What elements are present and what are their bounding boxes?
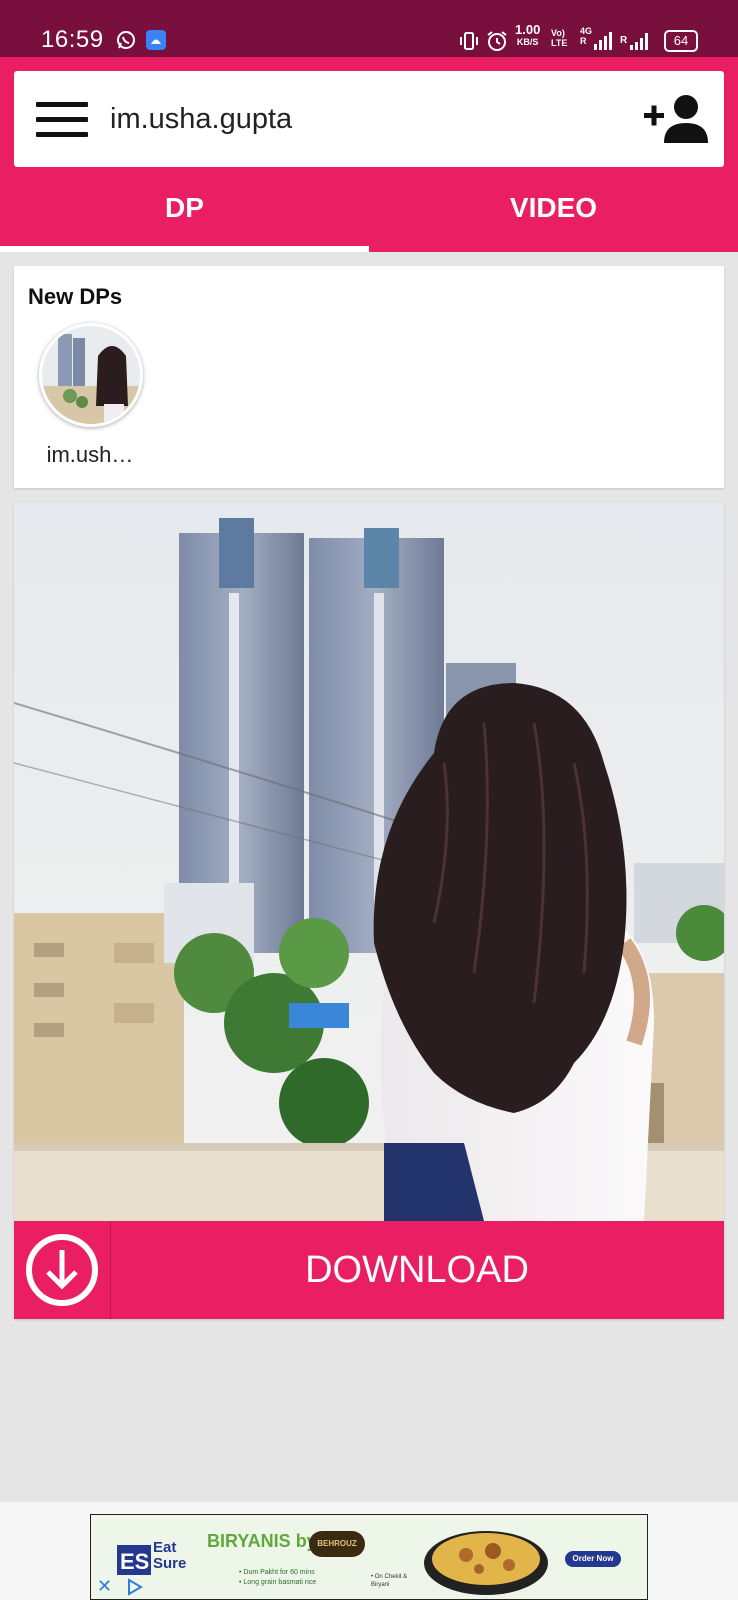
alarm-icon <box>487 31 507 51</box>
signal-icon-2 <box>630 33 648 50</box>
new-dps-card: New DPs im.ush… <box>14 266 724 488</box>
ad-choices-icon[interactable] <box>125 1577 145 1597</box>
biryani-plate-image <box>424 1531 548 1595</box>
ad-partner-badge: BEHROUZ <box>309 1531 365 1557</box>
download-label: DOWNLOAD <box>305 1249 529 1291</box>
signal-4g-indicator: 4G R <box>580 26 593 46</box>
ad-bullet: • Dum Pakht for 60 mins <box>239 1569 315 1576</box>
tab-video[interactable]: VIDEO <box>369 177 738 252</box>
tab-bar: DP VIDEO <box>0 177 738 252</box>
avatar-name: im.ush… <box>46 442 134 467</box>
ad-bullet: • Long grain basmati rice <box>239 1579 317 1586</box>
vibrate-icon <box>460 32 478 50</box>
download-icon <box>26 1234 98 1306</box>
ad-headline: BIRYANIS by <box>207 1531 317 1551</box>
status-bar: 16:59 1.00 KB/S Vo) LTE 4G R R 64 <box>0 0 738 57</box>
volte-indicator: Vo) LTE <box>551 28 568 48</box>
add-user-icon[interactable] <box>642 93 712 145</box>
search-input[interactable] <box>110 93 610 145</box>
battery-icon: 64 <box>664 30 698 52</box>
app-bar: DP VIDEO <box>0 57 738 252</box>
profile-photo <box>14 503 724 1221</box>
ad-cta-button[interactable]: Order Now <box>565 1551 621 1567</box>
download-button[interactable]: DOWNLOAD <box>14 1221 724 1319</box>
photo-card: DOWNLOAD <box>14 503 724 1319</box>
ad-banner[interactable]: ES Eat Sure BIRYANIS by BEHROUZ • Dum Pa… <box>90 1514 648 1600</box>
signal-icon <box>594 32 612 50</box>
ad-brand-sure: Sure <box>153 1555 187 1572</box>
new-dps-title: New DPs <box>28 284 123 309</box>
android-debug-icon <box>146 30 166 50</box>
avatar-image <box>42 326 140 424</box>
whatsapp-icon <box>117 31 135 49</box>
search-bar <box>14 71 724 167</box>
ad-bar: ES Eat Sure BIRYANIS by BEHROUZ • Dum Pa… <box>0 1502 738 1600</box>
status-time: 16:59 <box>41 26 104 53</box>
ad-side-text: • On Chekit & Biryani <box>371 1574 408 1588</box>
ad-close-icon[interactable]: ✕ <box>97 1577 112 1595</box>
menu-icon[interactable] <box>36 102 88 138</box>
svg-text:ES: ES <box>120 1549 149 1574</box>
ad-brand-eat: Eat <box>153 1539 177 1556</box>
tab-indicator <box>0 246 369 252</box>
net-speed: 1.00 KB/S <box>515 22 541 47</box>
avatar[interactable] <box>39 323 143 427</box>
tab-dp[interactable]: DP <box>0 177 369 252</box>
roaming-indicator: R <box>620 35 628 46</box>
